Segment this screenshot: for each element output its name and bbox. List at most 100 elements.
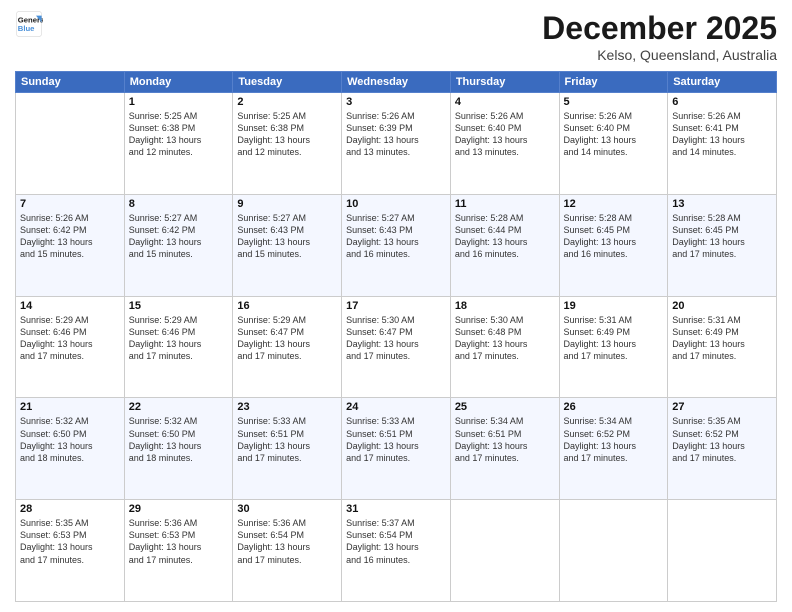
day-number: 6 [672, 96, 772, 108]
col-header-wednesday: Wednesday [342, 72, 451, 93]
day-info: Sunrise: 5:28 AM Sunset: 6:45 PM Dayligh… [672, 212, 772, 261]
calendar-cell: 31 Sunrise: 5:37 AM Sunset: 6:54 PM Dayli… [342, 500, 451, 602]
calendar-cell: 24 Sunrise: 5:33 AM Sunset: 6:51 PM Dayli… [342, 398, 451, 500]
day-info: Sunrise: 5:33 AM Sunset: 6:51 PM Dayligh… [346, 415, 446, 464]
day-number: 30 [237, 503, 337, 515]
day-info: Sunrise: 5:35 AM Sunset: 6:53 PM Dayligh… [20, 517, 120, 566]
calendar-cell: 4 Sunrise: 5:26 AM Sunset: 6:40 PM Daylig… [450, 93, 559, 195]
logo: General Blue [15, 10, 43, 38]
day-info: Sunrise: 5:26 AM Sunset: 6:40 PM Dayligh… [455, 110, 555, 159]
day-number: 31 [346, 503, 446, 515]
day-number: 24 [346, 401, 446, 413]
day-info: Sunrise: 5:36 AM Sunset: 6:54 PM Dayligh… [237, 517, 337, 566]
day-info: Sunrise: 5:29 AM Sunset: 6:46 PM Dayligh… [20, 314, 120, 363]
calendar-cell [450, 500, 559, 602]
day-number: 14 [20, 300, 120, 312]
day-number: 7 [20, 198, 120, 210]
calendar-cell: 22 Sunrise: 5:32 AM Sunset: 6:50 PM Dayli… [124, 398, 233, 500]
day-info: Sunrise: 5:36 AM Sunset: 6:53 PM Dayligh… [129, 517, 229, 566]
day-info: Sunrise: 5:32 AM Sunset: 6:50 PM Dayligh… [129, 415, 229, 464]
header: General Blue December 2025 Kelso, Queens… [15, 10, 777, 63]
day-number: 20 [672, 300, 772, 312]
month-title: December 2025 [542, 10, 777, 47]
day-number: 16 [237, 300, 337, 312]
day-number: 28 [20, 503, 120, 515]
day-info: Sunrise: 5:32 AM Sunset: 6:50 PM Dayligh… [20, 415, 120, 464]
day-number: 8 [129, 198, 229, 210]
day-info: Sunrise: 5:34 AM Sunset: 6:51 PM Dayligh… [455, 415, 555, 464]
day-info: Sunrise: 5:30 AM Sunset: 6:47 PM Dayligh… [346, 314, 446, 363]
day-number: 26 [564, 401, 664, 413]
day-info: Sunrise: 5:35 AM Sunset: 6:52 PM Dayligh… [672, 415, 772, 464]
day-info: Sunrise: 5:27 AM Sunset: 6:43 PM Dayligh… [346, 212, 446, 261]
day-info: Sunrise: 5:31 AM Sunset: 6:49 PM Dayligh… [564, 314, 664, 363]
location: Kelso, Queensland, Australia [542, 47, 777, 63]
day-info: Sunrise: 5:28 AM Sunset: 6:44 PM Dayligh… [455, 212, 555, 261]
calendar-cell: 12Sunrise: 5:28 AM Sunset: 6:45 PM Dayli… [559, 194, 668, 296]
calendar-cell: 30 Sunrise: 5:36 AM Sunset: 6:54 PM Dayli… [233, 500, 342, 602]
calendar-cell: 13 Sunrise: 5:28 AM Sunset: 6:45 PM Dayli… [668, 194, 777, 296]
day-info: Sunrise: 5:27 AM Sunset: 6:42 PM Dayligh… [129, 212, 229, 261]
calendar-cell: 16 Sunrise: 5:29 AM Sunset: 6:47 PM Dayli… [233, 296, 342, 398]
day-info: Sunrise: 5:37 AM Sunset: 6:54 PM Dayligh… [346, 517, 446, 566]
day-number: 17 [346, 300, 446, 312]
calendar-cell: 3 Sunrise: 5:26 AM Sunset: 6:39 PM Daylig… [342, 93, 451, 195]
calendar-table: SundayMondayTuesdayWednesdayThursdayFrid… [15, 71, 777, 602]
calendar-cell: 18 Sunrise: 5:30 AM Sunset: 6:48 PM Dayli… [450, 296, 559, 398]
calendar-cell: 25 Sunrise: 5:34 AM Sunset: 6:51 PM Dayli… [450, 398, 559, 500]
calendar-cell: 5Sunrise: 5:26 AM Sunset: 6:40 PM Daylig… [559, 93, 668, 195]
title-block: December 2025 Kelso, Queensland, Austral… [542, 10, 777, 63]
day-number: 23 [237, 401, 337, 413]
day-info: Sunrise: 5:30 AM Sunset: 6:48 PM Dayligh… [455, 314, 555, 363]
day-number: 22 [129, 401, 229, 413]
day-number: 15 [129, 300, 229, 312]
day-number: 4 [455, 96, 555, 108]
day-info: Sunrise: 5:27 AM Sunset: 6:43 PM Dayligh… [237, 212, 337, 261]
day-info: Sunrise: 5:34 AM Sunset: 6:52 PM Dayligh… [564, 415, 664, 464]
day-number: 27 [672, 401, 772, 413]
calendar-cell [16, 93, 125, 195]
day-number: 25 [455, 401, 555, 413]
day-info: Sunrise: 5:25 AM Sunset: 6:38 PM Dayligh… [129, 110, 229, 159]
calendar-cell: 9Sunrise: 5:27 AM Sunset: 6:43 PM Daylig… [233, 194, 342, 296]
day-info: Sunrise: 5:26 AM Sunset: 6:40 PM Dayligh… [564, 110, 664, 159]
day-number: 3 [346, 96, 446, 108]
calendar-cell: 23 Sunrise: 5:33 AM Sunset: 6:51 PM Dayli… [233, 398, 342, 500]
calendar-cell: 27 Sunrise: 5:35 AM Sunset: 6:52 PM Dayli… [668, 398, 777, 500]
calendar-cell: 19 Sunrise: 5:31 AM Sunset: 6:49 PM Dayli… [559, 296, 668, 398]
col-header-monday: Monday [124, 72, 233, 93]
day-number: 11 [455, 198, 555, 210]
day-number: 19 [564, 300, 664, 312]
day-info: Sunrise: 5:25 AM Sunset: 6:38 PM Dayligh… [237, 110, 337, 159]
calendar-cell: 1 Sunrise: 5:25 AM Sunset: 6:38 PM Daylig… [124, 93, 233, 195]
calendar-cell: 14 Sunrise: 5:29 AM Sunset: 6:46 PM Dayli… [16, 296, 125, 398]
col-header-sunday: Sunday [16, 72, 125, 93]
day-info: Sunrise: 5:26 AM Sunset: 6:39 PM Dayligh… [346, 110, 446, 159]
calendar-cell: 11 Sunrise: 5:28 AM Sunset: 6:44 PM Dayli… [450, 194, 559, 296]
calendar-cell [668, 500, 777, 602]
day-info: Sunrise: 5:29 AM Sunset: 6:47 PM Dayligh… [237, 314, 337, 363]
calendar-cell: 15Sunrise: 5:29 AM Sunset: 6:46 PM Dayli… [124, 296, 233, 398]
col-header-tuesday: Tuesday [233, 72, 342, 93]
day-number: 13 [672, 198, 772, 210]
calendar-cell: 8 Sunrise: 5:27 AM Sunset: 6:42 PM Daylig… [124, 194, 233, 296]
svg-text:Blue: Blue [18, 24, 35, 33]
calendar-cell: 29 Sunrise: 5:36 AM Sunset: 6:53 PM Dayli… [124, 500, 233, 602]
col-header-thursday: Thursday [450, 72, 559, 93]
calendar-cell: 2 Sunrise: 5:25 AM Sunset: 6:38 PM Daylig… [233, 93, 342, 195]
day-number: 1 [129, 96, 229, 108]
day-info: Sunrise: 5:28 AM Sunset: 6:45 PM Dayligh… [564, 212, 664, 261]
day-number: 10 [346, 198, 446, 210]
calendar-cell: 6Sunrise: 5:26 AM Sunset: 6:41 PM Daylig… [668, 93, 777, 195]
calendar-cell: 10 Sunrise: 5:27 AM Sunset: 6:43 PM Dayli… [342, 194, 451, 296]
logo-icon: General Blue [15, 10, 43, 38]
day-number: 29 [129, 503, 229, 515]
calendar-cell: 28 Sunrise: 5:35 AM Sunset: 6:53 PM Dayli… [16, 500, 125, 602]
calendar-cell: 17 Sunrise: 5:30 AM Sunset: 6:47 PM Dayli… [342, 296, 451, 398]
day-info: Sunrise: 5:33 AM Sunset: 6:51 PM Dayligh… [237, 415, 337, 464]
calendar-cell: 20Sunrise: 5:31 AM Sunset: 6:49 PM Dayli… [668, 296, 777, 398]
day-number: 18 [455, 300, 555, 312]
calendar-cell: 26 Sunrise: 5:34 AM Sunset: 6:52 PM Dayli… [559, 398, 668, 500]
page: General Blue December 2025 Kelso, Queens… [0, 0, 792, 612]
day-number: 2 [237, 96, 337, 108]
